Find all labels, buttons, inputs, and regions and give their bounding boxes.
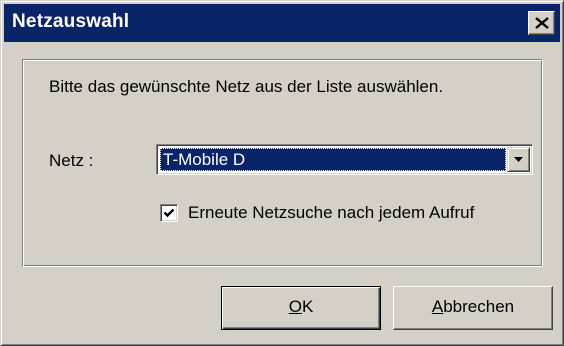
chevron-down-icon (514, 157, 523, 162)
cancel-button-label: bbrechen (443, 297, 515, 316)
checkmark-icon (163, 208, 175, 218)
title-bar[interactable]: Netzauswahl (4, 4, 560, 42)
research-checkbox[interactable] (160, 204, 178, 222)
net-dropdown-value[interactable]: T-Mobile D (160, 148, 506, 171)
netzauswahl-dialog: Netzauswahl Bitte das gewünschte Netz au… (0, 0, 564, 346)
close-button[interactable] (528, 11, 555, 35)
research-checkbox-label[interactable]: Erneute Netzsuche nach jedem Aufruf (188, 203, 474, 223)
instruction-text: Bitte das gewünschte Netz aus der Liste … (49, 77, 444, 96)
net-dropdown[interactable]: T-Mobile D (156, 144, 533, 175)
dropdown-arrow-button[interactable] (507, 147, 530, 172)
ok-button-mnemonic: O (288, 297, 302, 316)
cancel-button[interactable]: Abbrechen (393, 286, 553, 330)
ok-button-label: K (301, 297, 314, 316)
window-title: Netzauswahl (12, 11, 130, 32)
cancel-button-mnemonic: A (431, 297, 444, 316)
net-label: Netz : (49, 151, 94, 170)
ok-button[interactable]: OK (221, 286, 381, 330)
close-icon (535, 17, 549, 29)
